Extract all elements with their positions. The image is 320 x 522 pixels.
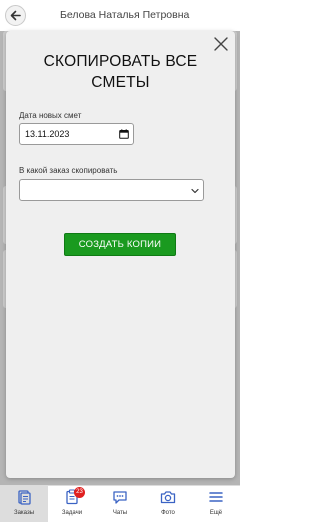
nav-label: Заказы [13,510,35,516]
nav-item-more[interactable]: Ещё [192,486,240,522]
bottom-nav: Заказы 23 Задачи Чаты Фото Ещё [0,485,240,522]
date-value: 13.11.2023 [25,129,70,139]
orders-icon [18,490,31,505]
calendar-icon[interactable] [119,129,129,139]
nav-item-photo[interactable]: Фото [144,486,192,522]
camera-icon [160,491,176,504]
modal-title: СКОПИРОВАТЬ ВСЕ СМЕТЫ [43,53,198,91]
nav-label: Чаты [112,510,128,516]
nav-item-chats[interactable]: Чаты [96,486,144,522]
date-label: Дата новых смет [19,111,82,120]
nav-label: Задачи [61,510,83,516]
back-button[interactable] [5,5,26,26]
copy-estimates-modal: СКОПИРОВАТЬ ВСЕ СМЕТЫ Дата новых смет 13… [6,31,235,478]
date-field[interactable]: 13.11.2023 [19,123,134,145]
create-copies-button[interactable]: СОЗДАТЬ КОПИИ [64,233,176,256]
chevron-down-icon [191,188,199,194]
nav-item-orders[interactable]: Заказы [0,486,48,522]
nav-item-tasks[interactable]: 23 Задачи [48,486,96,522]
page-title: Белова Наталья Петровна [60,9,190,21]
tasks-count-badge: 23 [74,487,85,498]
top-header: Белова Наталья Петровна [0,0,240,31]
nav-label: Ещё [209,510,223,516]
chat-icon [113,491,127,504]
order-select[interactable] [19,179,204,201]
order-label: В какой заказ скопировать [19,166,118,175]
menu-icon [209,492,223,502]
back-arrow-icon [10,10,21,21]
nav-label: Фото [161,510,175,516]
